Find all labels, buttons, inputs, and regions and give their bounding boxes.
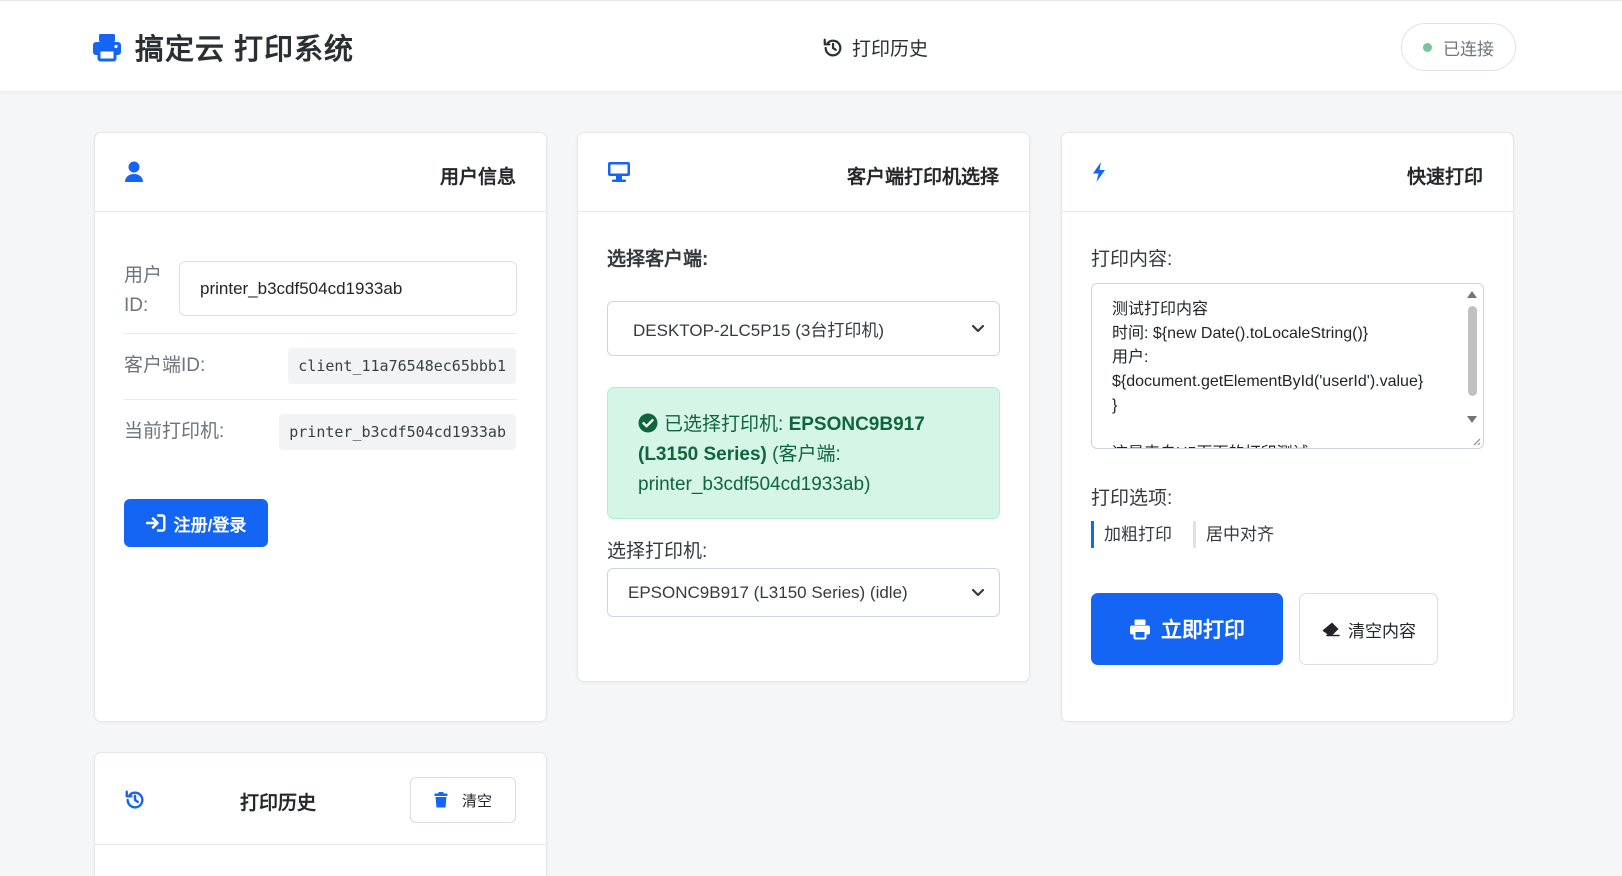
resize-handle-icon[interactable] — [1471, 436, 1481, 446]
quick-print-card-header: 快速打印 — [1062, 133, 1513, 212]
user-id-input[interactable] — [179, 261, 517, 316]
client-select[interactable]: DESKTOP-2LC5P15 (3台打印机) — [607, 301, 1000, 356]
history-icon — [823, 38, 842, 56]
print-history-card-header: 打印历史 清空 — [95, 753, 546, 845]
print-content-label: 打印内容: — [1091, 249, 1173, 270]
divider — [124, 399, 517, 400]
print-now-button[interactable]: 立即打印 — [1091, 593, 1283, 665]
user-id-label: 用户ID: — [124, 265, 163, 316]
print-history-card: 打印历史 清空 — [94, 752, 547, 876]
bolt-icon — [1093, 162, 1105, 182]
option-center[interactable]: 居中对齐 — [1193, 521, 1274, 548]
user-icon — [125, 161, 143, 182]
check-circle-icon — [638, 413, 658, 433]
quick-print-card: 快速打印 打印内容: 测试打印内容 时间: ${new Date().toLoc… — [1061, 132, 1514, 722]
printer-select[interactable]: EPSONC9B917 (L3150 Series) (idle) — [607, 568, 1000, 617]
user-info-card-header: 用户信息 — [95, 133, 546, 212]
print-history-title: 打印历史 — [240, 793, 317, 814]
user-info-card: 用户信息 用户ID: 客户端ID: client_11a76548ec65bbb… — [94, 132, 547, 722]
printer-icon — [1130, 619, 1150, 640]
alert-prefix: 已选择打印机: — [664, 414, 789, 435]
select-printer-label: 选择打印机: — [607, 541, 708, 562]
user-info-title: 用户信息 — [439, 167, 516, 188]
register-login-label: 注册/登录 — [173, 515, 247, 535]
client-select-value: DESKTOP-2LC5P15 (3台打印机) — [633, 321, 884, 340]
divider — [124, 333, 517, 334]
printer-icon — [93, 34, 121, 62]
desktop-icon — [608, 162, 630, 182]
print-content-text: 测试打印内容 时间: ${new Date().toLocaleString()… — [1112, 301, 1424, 448]
print-now-label: 立即打印 — [1161, 619, 1245, 642]
scroll-up-icon — [1467, 291, 1477, 298]
clear-history-label: 清空 — [461, 792, 492, 810]
clear-history-button[interactable]: 清空 — [410, 777, 516, 823]
print-content-textarea[interactable]: 测试打印内容 时间: ${new Date().toLocaleString()… — [1091, 283, 1484, 449]
print-options-label: 打印选项: — [1091, 488, 1173, 509]
alert-client-name: printer_b3cdf504cd1933ab) — [638, 474, 871, 495]
scroll-down-icon — [1467, 416, 1477, 423]
chevron-down-icon — [971, 324, 985, 332]
client-id-label: 客户端ID: — [124, 355, 206, 376]
connection-status-badge: 已连接 — [1401, 23, 1516, 71]
client-printer-card-header: 客户端打印机选择 — [578, 133, 1029, 212]
eraser-icon — [1322, 622, 1340, 637]
connection-status-label: 已连接 — [1443, 39, 1494, 59]
status-dot-icon — [1423, 42, 1432, 52]
selected-printer-alert: 已选择打印机: EPSONC9B917 (L3150 Series) (客户端:… — [607, 387, 1000, 519]
select-client-label: 选择客户端: — [607, 249, 709, 270]
register-login-button[interactable]: 注册/登录 — [124, 499, 268, 547]
clear-content-label: 清空内容 — [1348, 621, 1416, 641]
nav-history-label: 打印历史 — [852, 39, 929, 60]
clear-content-button[interactable]: 清空内容 — [1299, 593, 1438, 665]
current-printer-label: 当前打印机: — [124, 421, 225, 442]
app-title: 搞定云 打印系统 — [135, 34, 355, 66]
trash-icon — [434, 792, 448, 808]
sign-in-icon — [145, 514, 166, 532]
print-options: 加粗打印 居中对齐 — [1091, 521, 1295, 548]
alert-client-prefix: (客户端: — [766, 444, 841, 465]
current-printer-value: printer_b3cdf504cd1933ab — [279, 414, 516, 450]
client-printer-title: 客户端打印机选择 — [846, 167, 999, 188]
top-navbar: 搞定云 打印系统 打印历史 已连接 — [0, 0, 1622, 91]
client-id-value: client_11a76548ec65bbb1 — [288, 348, 516, 384]
quick-print-title: 快速打印 — [1406, 167, 1483, 188]
option-bold[interactable]: 加粗打印 — [1091, 521, 1172, 548]
textarea-scrollbar[interactable] — [1463, 284, 1483, 448]
chevron-down-icon — [971, 588, 985, 596]
scroll-thumb[interactable] — [1468, 306, 1477, 396]
client-printer-card: 客户端打印机选择 选择客户端: DESKTOP-2LC5P15 (3台打印机) … — [577, 132, 1030, 682]
printer-select-value: EPSONC9B917 (L3150 Series) (idle) — [628, 582, 908, 602]
history-icon — [125, 790, 144, 809]
brand[interactable]: 搞定云 打印系统 — [91, 27, 354, 67]
nav-print-history[interactable]: 打印历史 — [822, 34, 928, 61]
